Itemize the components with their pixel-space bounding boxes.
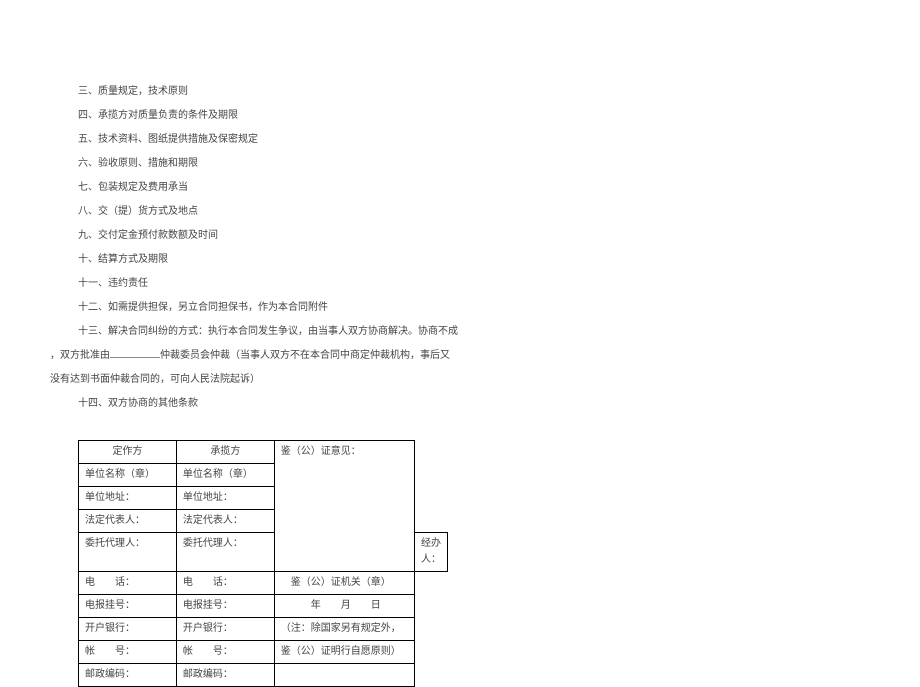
cell-unit-addr-1: 单位地址： <box>79 487 177 510</box>
cell-empty <box>274 664 414 687</box>
cell-phone-1: 电 话： <box>79 572 177 595</box>
clause-12: 十二、如需提供担保，另立合同担保书，作为本合同附件 <box>50 300 870 316</box>
clause-7: 七、包装规定及费用承当 <box>50 180 870 196</box>
table-header-row: 定作方 承揽方 鉴（公）证意见： <box>79 441 448 464</box>
cell-telegram-2: 电报挂号： <box>176 595 274 618</box>
clause-9: 九、交付定金预付款数额及时间 <box>50 228 870 244</box>
clause-5: 五、技术资料、图纸提供措施及保密规定 <box>50 132 870 148</box>
header-chenglan: 承揽方 <box>176 441 274 464</box>
clause-13b-pre: ，双方批准由 <box>50 350 110 361</box>
header-dingzuo: 定作方 <box>79 441 177 464</box>
cell-note2: 鉴（公）证明行自愿原则） <box>274 641 414 664</box>
clause-3: 三、质量规定，技术原则 <box>50 84 870 100</box>
clause-6: 六、验收原则、措施和期限 <box>50 156 870 172</box>
cell-bank-2: 开户银行： <box>176 618 274 641</box>
signature-table: 定作方 承揽方 鉴（公）证意见： 单位名称（章） 单位名称（章） 单位地址： 单… <box>78 440 448 687</box>
cell-note1: （注：除国家另有规定外， <box>274 618 414 641</box>
header-jianzheng: 鉴（公）证意见： <box>274 441 414 572</box>
signature-table-wrap: 定作方 承揽方 鉴（公）证意见： 单位名称（章） 单位名称（章） 单位地址： 单… <box>50 440 870 687</box>
cell-legal-rep-1: 法定代表人： <box>79 510 177 533</box>
table-row: 电报挂号： 电报挂号： 年 月 日 <box>79 595 448 618</box>
clause-13-line3: 没有达到书面仲裁合同的，可向人民法院起诉） <box>50 372 870 388</box>
cell-account-1: 帐 号： <box>79 641 177 664</box>
cell-postal-1: 邮政编码： <box>79 664 177 687</box>
cell-postal-2: 邮政编码： <box>176 664 274 687</box>
clause-4: 四、承揽方对质量负责的条件及期限 <box>50 108 870 124</box>
cell-unit-addr-2: 单位地址： <box>176 487 274 510</box>
clause-10: 十、结算方式及期限 <box>50 252 870 268</box>
table-row: 电 话： 电 话： 鉴（公）证机关（章） <box>79 572 448 595</box>
cell-legal-rep-2: 法定代表人： <box>176 510 274 533</box>
cell-agent-2: 委托代理人： <box>176 533 274 572</box>
table-row: 开户银行： 开户银行： （注：除国家另有规定外， <box>79 618 448 641</box>
cell-cert-org: 鉴（公）证机关（章） <box>274 572 414 595</box>
cell-date: 年 月 日 <box>274 595 414 618</box>
cell-agent-1: 委托代理人： <box>79 533 177 572</box>
clause-13-line2: ，双方批准由 仲裁委员会仲裁（当事人双方不在本合同中商定仲裁机构，事后又 <box>50 348 870 364</box>
cell-bank-1: 开户银行： <box>79 618 177 641</box>
clause-8: 八、交（提）货方式及地点 <box>50 204 870 220</box>
cell-telegram-1: 电报挂号： <box>79 595 177 618</box>
table-row: 邮政编码： 邮政编码： <box>79 664 448 687</box>
clause-14: 十四、双方协商的其他条款 <box>50 396 870 412</box>
clause-13b-post: 仲裁委员会仲裁（当事人双方不在本合同中商定仲裁机构，事后又 <box>160 350 450 361</box>
cell-handler: 经办人： <box>415 533 448 572</box>
cell-unit-name-1: 单位名称（章） <box>79 464 177 487</box>
clause-11: 十一、违约责任 <box>50 276 870 292</box>
table-row: 帐 号： 帐 号： 鉴（公）证明行自愿原则） <box>79 641 448 664</box>
cell-phone-2: 电 话： <box>176 572 274 595</box>
blank-fill <box>110 348 160 358</box>
cell-unit-name-2: 单位名称（章） <box>176 464 274 487</box>
cell-account-2: 帐 号： <box>176 641 274 664</box>
clause-13-line1: 十三、解决合同纠纷的方式：执行本合同发生争议，由当事人双方协商解决。协商不成 <box>50 324 870 340</box>
